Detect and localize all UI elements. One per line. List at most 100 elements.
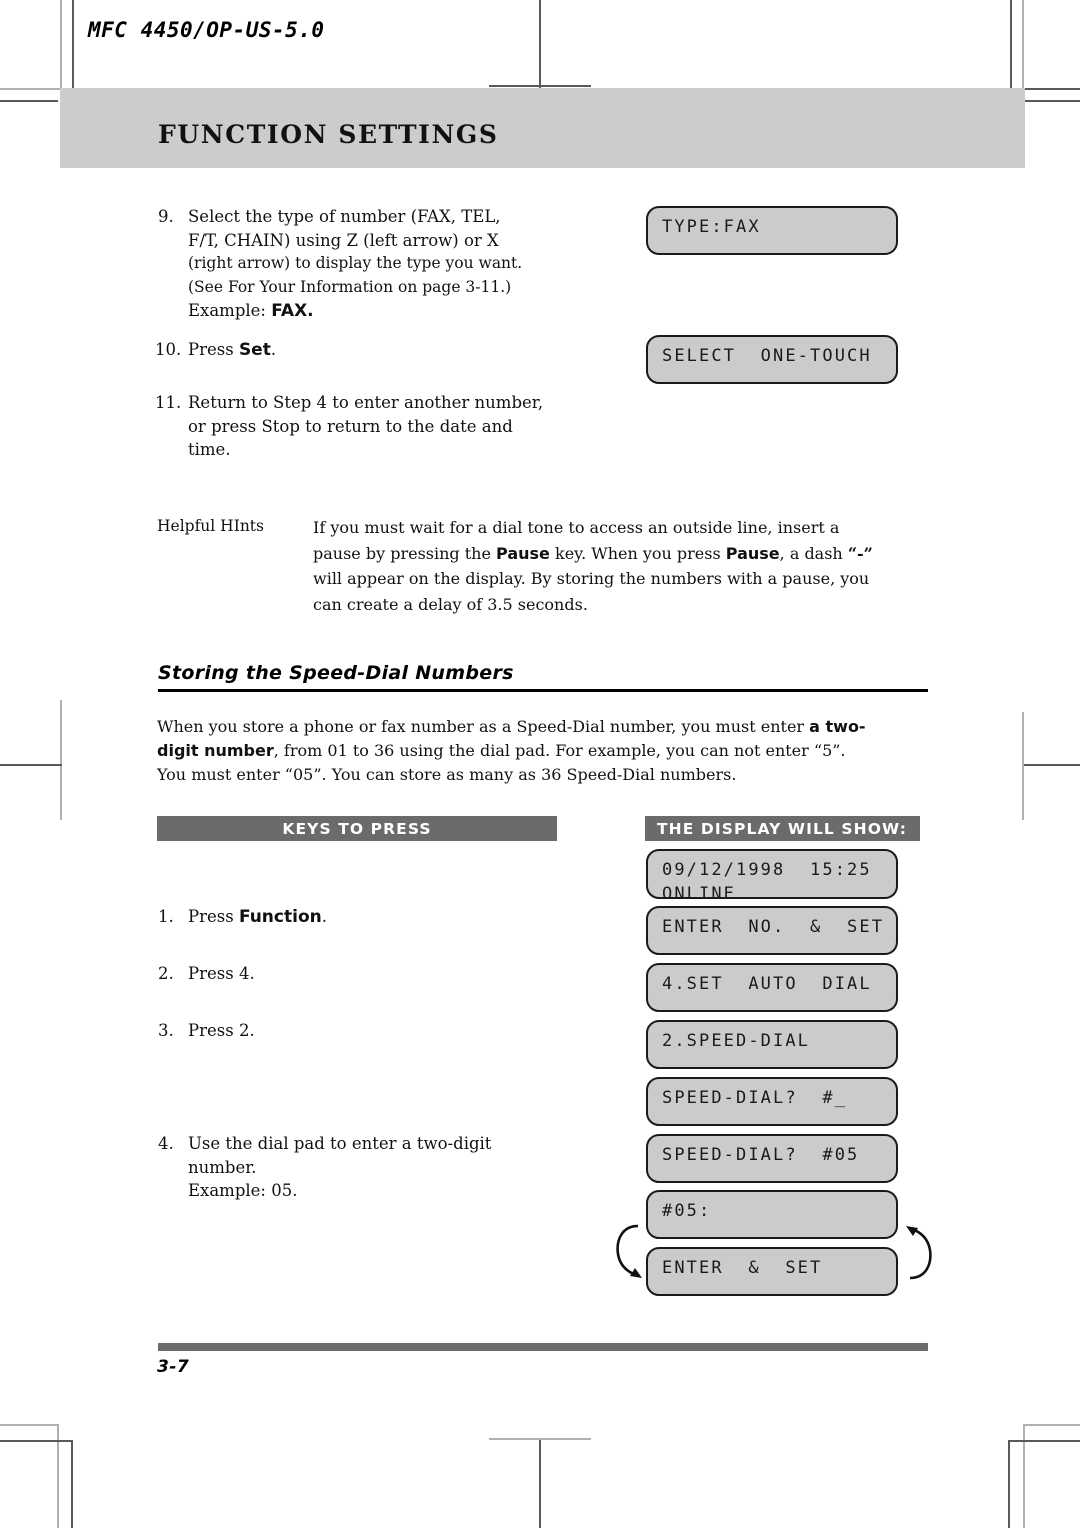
- crop-mark-bottom-left-horizontal-inner: [0, 1440, 72, 1442]
- display-speed-dial-prompt-line1: SPEED-DIAL? #_: [662, 1088, 848, 1108]
- display-enter-no-and-set-line1: ENTER NO. & SET: [662, 917, 885, 937]
- document-page: MFC 4450/OP-US-5.0 FUNCTION SETTINGS 9. …: [0, 0, 1080, 1528]
- step-4-line-1: Use the dial pad to enter a two-digit: [188, 1134, 492, 1153]
- section-body-line-1: When you store a phone or fax number as …: [157, 715, 937, 739]
- step-1-key: Function: [238, 907, 322, 927]
- hints-line-2: pause by pressing the Pause key. When yo…: [313, 541, 938, 567]
- step-9: 9. Select the type of number (FAX, TEL, …: [158, 205, 588, 324]
- section-heading-rule: [158, 689, 928, 692]
- step-2: 2. Press 4.: [158, 962, 588, 986]
- section-body-line-2-b: , from 01 to 36 using the dial pad. For …: [273, 741, 846, 760]
- display-enter-and-set: ENTER & SET: [646, 1247, 898, 1296]
- hints-line-1: If you must wait for a dial tone to acce…: [313, 518, 840, 537]
- step-9-example-value: FAX.: [271, 301, 314, 321]
- crop-mark-left-middle-horizontal: [0, 764, 62, 766]
- crop-mark-bottom-right-horizontal-inner: [1009, 1440, 1080, 1442]
- display-enter-no-and-set: ENTER NO. & SET: [646, 906, 898, 955]
- alternating-display-arrow-right: [906, 1226, 932, 1280]
- crop-mark-top-left-horizontal-outer: [0, 88, 62, 90]
- step-4-line-2: number.: [188, 1157, 257, 1177]
- crop-mark-top-right-horizontal-inner: [1023, 100, 1080, 102]
- step-9-line-3: (right arrow) to display the type you wa…: [188, 254, 523, 272]
- hints-dash-symbol: “-”: [847, 543, 873, 563]
- step-2-key: 4: [238, 964, 250, 983]
- column-header-display-will-show: THE DISPLAY WILL SHOW:: [645, 816, 920, 841]
- step-10: 10. Press Set.: [155, 338, 585, 363]
- model-identifier: MFC 4450/OP-US-5.0: [88, 18, 325, 42]
- crop-mark-right-middle-vertical: [1022, 712, 1024, 820]
- section-body-emphasis-2: digit number: [157, 741, 274, 760]
- step-4: 4. Use the dial pad to enter a two-digit…: [158, 1132, 598, 1203]
- step-9-number: 9.: [158, 207, 174, 226]
- alternating-display-arrow-left: [616, 1224, 642, 1278]
- section-body-emphasis-1: a two-: [809, 717, 866, 736]
- display-type-fax-line1: TYPE:FAX: [662, 217, 761, 237]
- column-header-keys-to-press-label: KEYS TO PRESS: [282, 819, 432, 838]
- display-type-fax: TYPE:FAX: [646, 206, 898, 255]
- step-10-prefix: Press: [188, 340, 239, 359]
- step-9-line-1: Select the type of number (FAX, TEL,: [188, 207, 501, 226]
- registration-mark-top-horizontal: [489, 85, 591, 87]
- step-11: 11. Return to Step 4 to enter another nu…: [155, 391, 595, 462]
- display-online-line1: 09/12/1998 15:25: [662, 860, 872, 880]
- crop-mark-bottom-left-vertical-inner: [71, 1440, 73, 1528]
- display-speed-dial-menu-line1: 2.SPEED-DIAL: [662, 1031, 811, 1051]
- step-1-number: 1.: [158, 907, 174, 926]
- display-set-auto-dial-line1: 4.SET AUTO DIAL: [662, 974, 872, 994]
- hints-line-2-a: pause by pressing the: [313, 543, 497, 563]
- registration-mark-bottom-horizontal: [489, 1438, 591, 1440]
- crop-mark-bottom-left-horizontal-outer: [0, 1424, 58, 1426]
- step-1-suffix: .: [321, 907, 327, 926]
- section-heading: Storing the Speed-Dial Numbers: [158, 662, 514, 684]
- step-11-line-1: Return to Step 4 to enter another number…: [188, 393, 544, 412]
- crop-mark-right-middle-horizontal: [1024, 764, 1080, 766]
- step-9-line-4: (See For Your Information on page 3-11.): [188, 277, 512, 296]
- display-online-line2: ONLINE: [662, 884, 737, 904]
- crop-mark-top-left-vertical-inner: [72, 0, 74, 88]
- crop-mark-left-middle-vertical: [60, 700, 62, 820]
- crop-mark-top-right-vertical-inner: [1010, 0, 1012, 88]
- crop-mark-top-left-horizontal-inner: [0, 100, 58, 102]
- section-heading-block: Storing the Speed-Dial Numbers: [158, 662, 928, 692]
- step-1-prefix: Press: [188, 907, 239, 926]
- step-1: 1. Press Function.: [158, 905, 588, 930]
- hints-key-pause-1: Pause: [496, 543, 550, 563]
- helpful-hints-label: Helpful HInts: [157, 517, 264, 535]
- hints-line-3: will appear on the display. By storing t…: [313, 569, 870, 588]
- page-number: 3-7: [157, 1357, 190, 1377]
- footer-rule: [158, 1343, 928, 1351]
- display-speed-dial-menu: 2.SPEED-DIAL: [646, 1020, 898, 1069]
- step-11-number: 11.: [155, 393, 182, 412]
- step-9-line-2: F/T, CHAIN) using Z (left arrow) or X: [188, 230, 499, 250]
- hints-line-2-c: key. When you press: [549, 543, 726, 563]
- display-select-one-touch: SELECT ONE-TOUCH: [646, 335, 898, 384]
- step-11-line-2: or press Stop to return to the date and: [188, 416, 513, 436]
- display-enter-and-set-line1: ENTER & SET: [662, 1258, 823, 1278]
- hints-key-pause-2: Pause: [725, 543, 780, 563]
- step-10-number: 10.: [155, 340, 182, 359]
- step-9-example: Example: FAX.: [188, 299, 588, 324]
- display-number-05: #05:: [646, 1190, 898, 1239]
- display-speed-dial-05-line1: SPEED-DIAL? #05: [662, 1145, 860, 1165]
- crop-mark-top-right-vertical-outer: [1022, 0, 1024, 90]
- crop-mark-bottom-right-horizontal-outer: [1024, 1424, 1080, 1426]
- registration-mark-top-vertical: [539, 0, 541, 88]
- step-9-example-label: Example:: [188, 301, 272, 320]
- crop-mark-top-right-horizontal-outer: [1024, 88, 1080, 90]
- step-10-key: Set: [238, 340, 271, 360]
- step-4-line-3: Example: 05.: [188, 1181, 298, 1200]
- step-11-line-3: time.: [188, 440, 231, 459]
- display-speed-dial-prompt: SPEED-DIAL? #_: [646, 1077, 898, 1126]
- step-3-suffix: .: [249, 1021, 255, 1040]
- crop-mark-bottom-right-vertical-inner: [1008, 1440, 1010, 1528]
- step-3-prefix: Press: [188, 1021, 239, 1040]
- section-body-line-1-a: When you store a phone or fax number as …: [157, 717, 810, 736]
- helpful-hints-body: If you must wait for a dial tone to acce…: [313, 515, 938, 617]
- section-body-line-2: digit number, from 01 to 36 using the di…: [157, 739, 937, 763]
- hints-line-2-e: , a dash: [779, 543, 848, 563]
- registration-mark-bottom-vertical: [539, 1440, 541, 1528]
- step-3: 3. Press 2.: [158, 1019, 588, 1043]
- step-2-suffix: .: [249, 964, 255, 983]
- step-3-number: 3.: [158, 1021, 174, 1040]
- display-number-05-line1: #05:: [662, 1201, 712, 1221]
